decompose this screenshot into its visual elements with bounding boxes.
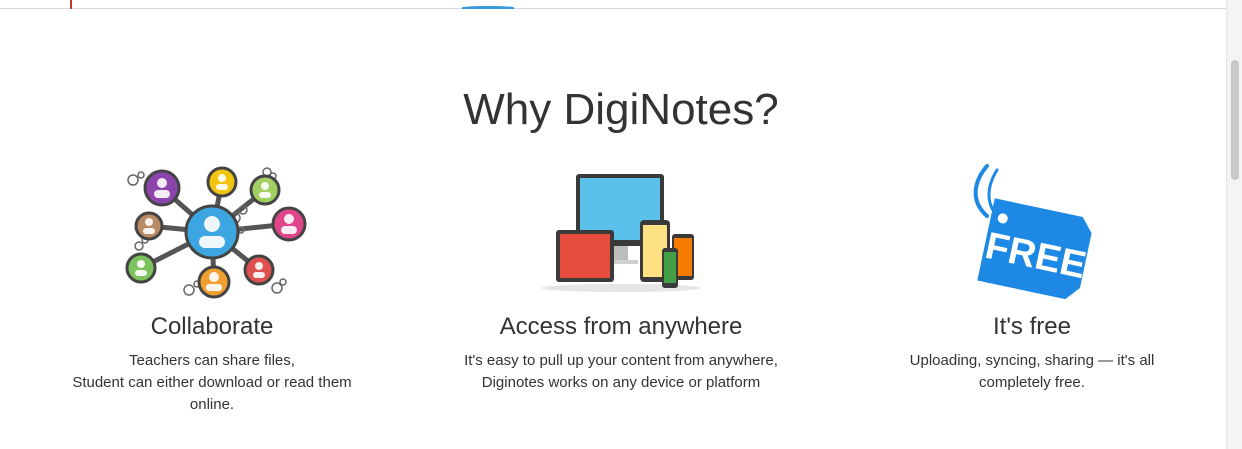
section-title: Why DigiNotes? <box>463 85 779 134</box>
scrollbar-thumb[interactable] <box>1231 60 1239 180</box>
top-divider <box>0 8 1226 9</box>
feature-heading: Access from anywhere <box>499 313 743 340</box>
devices-icon <box>431 160 811 300</box>
feature-description-line: Student can either download or read them <box>72 374 352 391</box>
collaboration-network-icon <box>22 160 402 300</box>
free-tag-icon: FREE <box>842 160 1222 300</box>
feature-description: It's easy to pull up your content from a… <box>431 350 811 394</box>
feature-heading: Collaborate <box>150 313 274 340</box>
feature-description-line: Uploading, syncing, sharing — it's all <box>909 352 1155 369</box>
feature-description-line: online. <box>189 396 235 413</box>
feature-description: Uploading, syncing, sharing — it's all c… <box>842 350 1222 394</box>
top-accent-blue <box>462 6 514 9</box>
feature-description-line: completely free. <box>979 374 1085 391</box>
feature-description-line: Teachers can share files, <box>129 352 295 369</box>
feature-heading: It's free <box>993 313 1071 340</box>
feature-description: Teachers can share files, Student can ei… <box>22 350 402 416</box>
feature-description-line: It's easy to pull up your content from a… <box>464 352 778 369</box>
top-accent-red <box>70 0 72 9</box>
page: Why DigiNotes? Collaborate Teachers can … <box>0 0 1242 449</box>
feature-collaborate: Collaborate Teachers can share files, St… <box>22 160 402 416</box>
vertical-scrollbar[interactable] <box>1226 0 1242 449</box>
feature-description-line: Diginotes works on any device or platfor… <box>481 374 761 391</box>
feature-access-anywhere: Access from anywhere It's easy to pull u… <box>431 160 811 394</box>
feature-free: FREE It's free Uploading, syncing, shari… <box>842 160 1222 394</box>
